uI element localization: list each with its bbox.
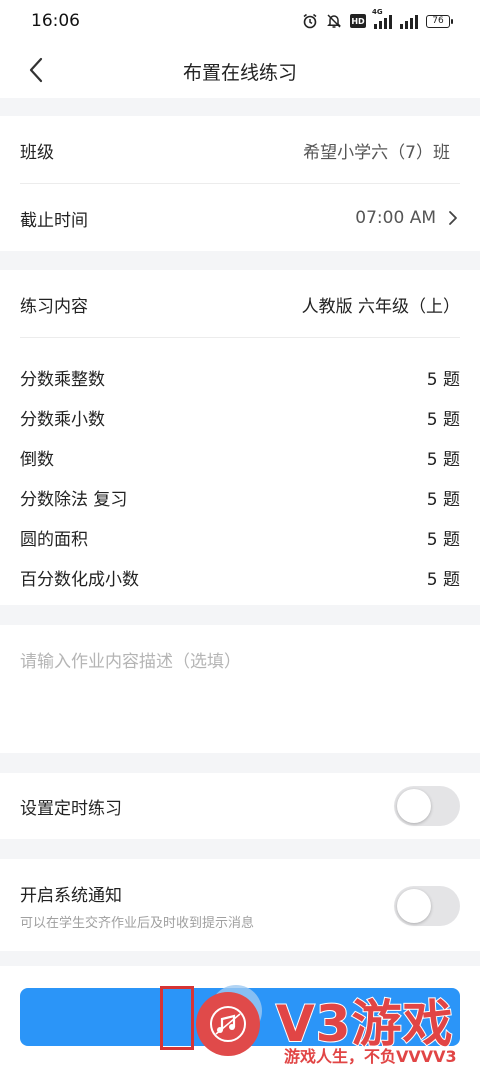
system-notice-card: 开启系统通知 可以在学生交齐作业后及时收到提示消息 xyxy=(0,859,480,951)
topic-name: 分数乘小数 xyxy=(20,410,105,430)
topic-name: 圆的面积 xyxy=(20,530,88,550)
topic-item: 分数乘小数 5 题 xyxy=(20,405,460,430)
content-card: 练习内容 人教版 六年级（上） 分数乘整数 5 题 分数乘小数 5 题 倒数 5… xyxy=(0,270,480,605)
topic-item: 分数除法 复习 5 题 xyxy=(20,485,460,510)
timed-practice-card: 设置定时练习 xyxy=(0,773,480,839)
status-bar: 16:06 HD 4G 76 xyxy=(0,0,480,42)
signal-2-icon xyxy=(400,13,418,29)
description-placeholder: 请输入作业内容描述（选填） xyxy=(20,652,241,672)
deadline-row[interactable]: 截止时间 07:00 AM xyxy=(20,206,460,231)
topic-count: 5 题 xyxy=(426,490,460,510)
system-notice-toggle[interactable] xyxy=(394,886,460,926)
watermark-slogan: 游戏人生，不负VVVV3 xyxy=(284,1047,457,1066)
content-value: 人教版 六年级（上） xyxy=(301,296,460,317)
system-notice-row: 开启系统通知 可以在学生交齐作业后及时收到提示消息 xyxy=(20,885,460,931)
system-notice-subtitle: 可以在学生交齐作业后及时收到提示消息 xyxy=(20,916,255,931)
topic-count: 5 题 xyxy=(426,370,460,390)
deadline-value-wrap: 07:00 AM xyxy=(355,208,460,228)
nav-bar: 布置在线练习 xyxy=(0,42,480,98)
topic-item: 倒数 5 题 xyxy=(20,445,460,470)
description-input[interactable]: 请输入作业内容描述（选填） xyxy=(0,625,480,753)
topic-name: 分数除法 复习 xyxy=(20,490,128,510)
topic-count: 5 题 xyxy=(426,450,460,470)
divider xyxy=(20,183,460,184)
signal-icon: 4G xyxy=(372,8,392,29)
content-label: 练习内容 xyxy=(20,296,88,317)
chevron-right-icon xyxy=(449,211,457,225)
topic-item: 圆的面积 5 题 xyxy=(20,525,460,550)
bell-muted-icon xyxy=(326,12,342,30)
content-row[interactable]: 练习内容 人教版 六年级（上） xyxy=(20,292,460,317)
class-value: 希望小学六（7）班 xyxy=(303,142,450,163)
class-deadline-card: 班级 希望小学六（7）班 截止时间 07:00 AM xyxy=(0,116,480,251)
highlight-box xyxy=(160,986,194,1050)
timed-practice-label: 设置定时练习 xyxy=(20,798,122,819)
topic-count: 5 题 xyxy=(426,570,460,590)
network-type: 4G xyxy=(372,8,383,16)
deadline-label: 截止时间 xyxy=(20,210,88,231)
hd-icon: HD xyxy=(350,14,366,28)
system-notice-label: 开启系统通知 xyxy=(20,886,122,906)
system-notice-text: 开启系统通知 可以在学生交齐作业后及时收到提示消息 xyxy=(20,881,254,931)
watermark-logo-icon xyxy=(196,992,260,1056)
alarm-icon xyxy=(302,12,318,30)
deadline-value: 07:00 AM xyxy=(355,208,436,228)
class-label: 班级 xyxy=(20,142,54,163)
timed-practice-toggle[interactable] xyxy=(394,786,460,826)
topic-count: 5 题 xyxy=(426,410,460,430)
class-row[interactable]: 班级 希望小学六（7）班 xyxy=(20,138,460,163)
timed-practice-row: 设置定时练习 xyxy=(20,786,460,826)
toggle-knob xyxy=(397,889,431,923)
status-time: 16:06 xyxy=(31,11,80,31)
toggle-knob xyxy=(397,789,431,823)
page-title: 布置在线练习 xyxy=(182,62,297,84)
topic-item: 分数乘整数 5 题 xyxy=(20,365,460,390)
topic-name: 倒数 xyxy=(20,450,54,470)
divider xyxy=(20,337,460,338)
topic-item: 百分数化成小数 5 题 xyxy=(20,565,460,590)
status-icons: HD 4G 76 xyxy=(302,8,453,31)
topic-name: 百分数化成小数 xyxy=(20,570,139,590)
battery-icon: 76 xyxy=(426,14,453,28)
topic-count: 5 题 xyxy=(426,530,460,550)
topic-name: 分数乘整数 xyxy=(20,370,105,390)
